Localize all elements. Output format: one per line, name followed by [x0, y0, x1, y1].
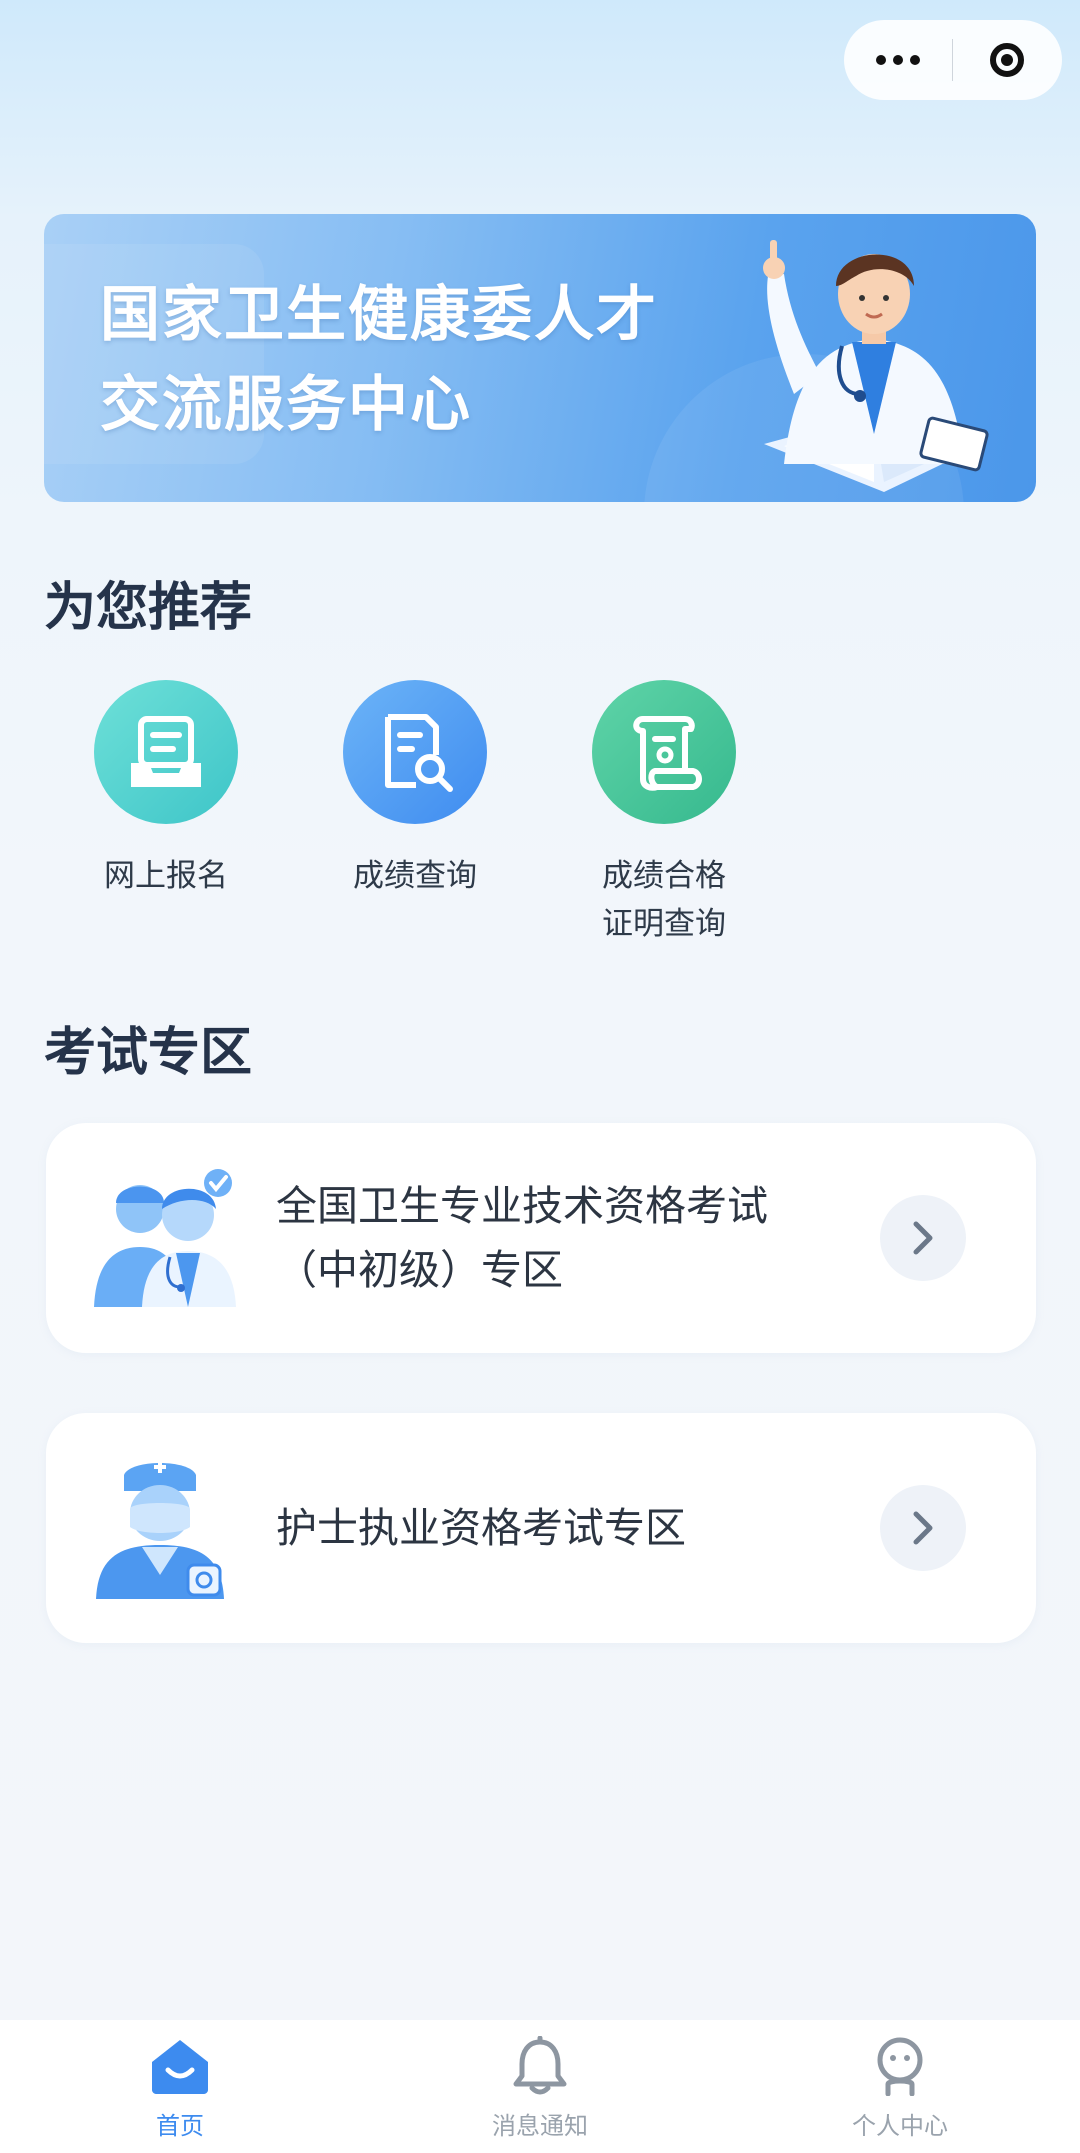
- recommend-item-label: 成绩合格 证明查询: [602, 858, 726, 942]
- document-search-icon: [343, 680, 487, 824]
- doctors-group-icon: [94, 1169, 236, 1307]
- section-title-exam-zone: 考试专区: [44, 1023, 253, 1083]
- doctor-illustration-icon: [763, 240, 989, 492]
- banner-title: 国家卫生健康委人才 交流服务中心: [100, 270, 700, 450]
- chevron-right-icon[interactable]: [880, 1485, 966, 1571]
- inbox-form-icon: [94, 680, 238, 824]
- section-title-recommend: 为您推荐: [44, 578, 253, 638]
- exam-card-label: 全国卫生专业技术资格考试（中初级）专区: [276, 1182, 768, 1294]
- bottom-tab-bar: 首页 消息通知 个人中心: [0, 2020, 1080, 2153]
- banner-title-line1: 国家卫生健康委人才: [100, 280, 658, 350]
- recommend-item-label: 成绩查询: [353, 858, 477, 894]
- exam-card-label: 护士执业资格考试专区: [276, 1504, 686, 1552]
- nurse-icon: [96, 1461, 224, 1599]
- tab-label: 首页: [156, 2112, 204, 2140]
- tab-home[interactable]: 首页: [70, 2034, 290, 2141]
- exam-card-nurse[interactable]: 护士执业资格考试专区: [46, 1413, 1036, 1643]
- tab-notifications[interactable]: 消息通知: [430, 2034, 650, 2141]
- bell-icon: [508, 2034, 572, 2098]
- hero-banner[interactable]: 国家卫生健康委人才 交流服务中心: [44, 214, 1036, 502]
- recommend-item-online-registration[interactable]: 网上报名: [56, 680, 276, 900]
- more-dots-icon[interactable]: [844, 20, 952, 100]
- tab-label: 消息通知: [492, 2112, 588, 2140]
- recommend-item-score-query[interactable]: 成绩查询: [305, 680, 525, 900]
- chevron-right-icon[interactable]: [880, 1195, 966, 1281]
- certificate-scroll-icon: [592, 680, 736, 824]
- home-icon: [148, 2034, 212, 2098]
- mini-program-capsule: [844, 20, 1062, 100]
- recommend-item-label: 网上报名: [104, 858, 228, 894]
- person-icon: [868, 2034, 932, 2098]
- exam-card-health-professional[interactable]: 全国卫生专业技术资格考试（中初级）专区: [46, 1123, 1036, 1353]
- target-close-icon[interactable]: [953, 20, 1061, 100]
- recommend-item-certificate-query[interactable]: 成绩合格 证明查询: [554, 680, 774, 948]
- tab-label: 个人中心: [852, 2112, 948, 2140]
- tab-profile[interactable]: 个人中心: [790, 2034, 1010, 2141]
- banner-title-line2: 交流服务中心: [100, 370, 472, 440]
